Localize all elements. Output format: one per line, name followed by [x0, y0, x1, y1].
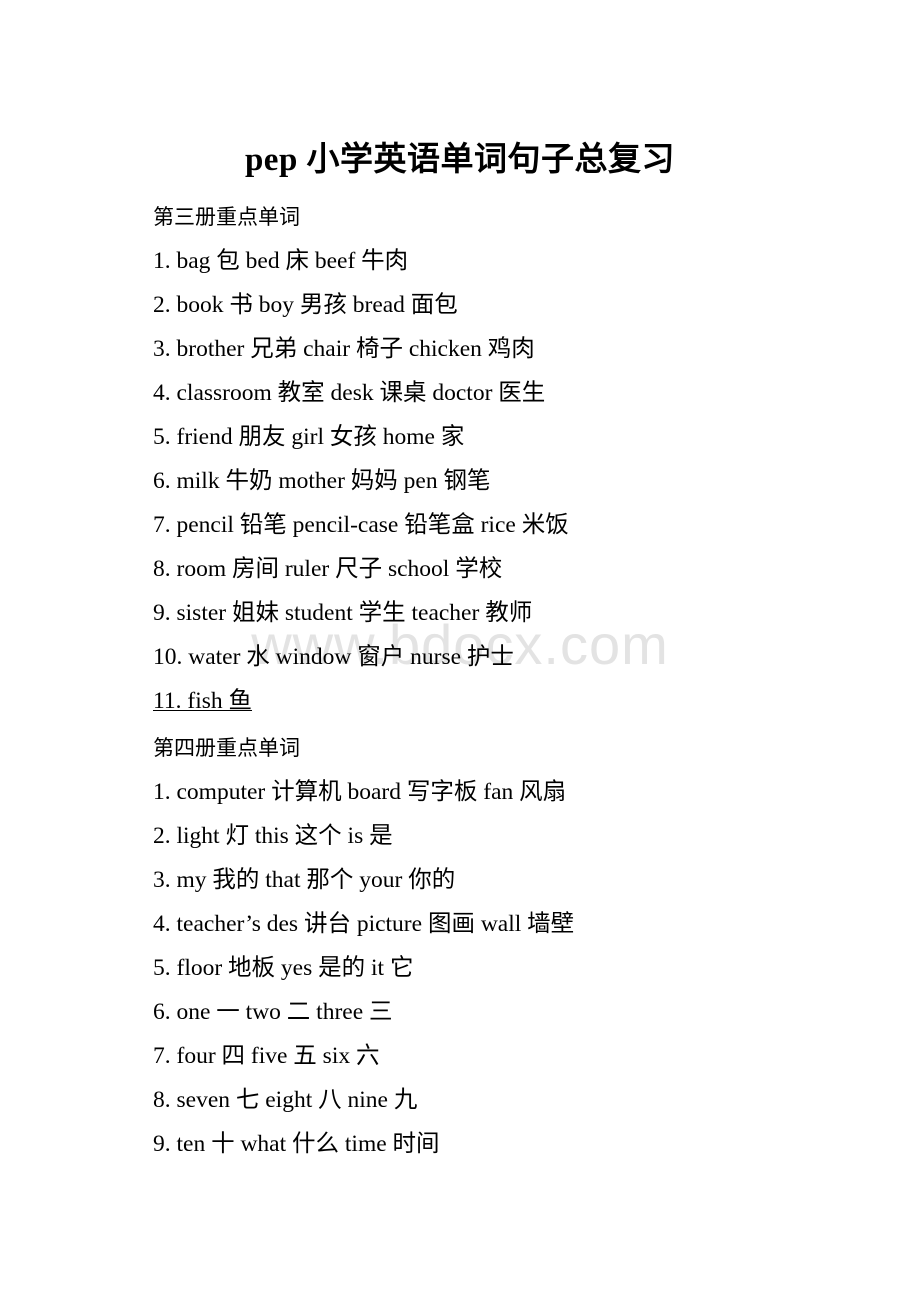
word-list-item: 6. milk 牛奶 mother 妈妈 pen 钢笔: [153, 468, 491, 494]
word-list-item: 3. brother 兄弟 chair 椅子 chicken 鸡肉: [153, 336, 535, 362]
word-list-item: 4. classroom 教室 desk 课桌 doctor 医生: [153, 380, 546, 406]
section-header-volume-4: 第四册重点单词: [153, 736, 300, 760]
word-list-item: 1. bag 包 bed 床 beef 牛肉: [153, 248, 409, 274]
word-list-item: 3. my 我的 that 那个 your 你的: [153, 867, 456, 893]
word-list-item: 2. light 灯 this 这个 is 是: [153, 823, 393, 849]
document-body: pep 小学英语单词句子总复习 第三册重点单词 1. bag 包 bed 床 b…: [0, 0, 920, 1156]
word-list-item: 7. four 四 five 五 six 六: [153, 1043, 380, 1069]
section-header-volume-3: 第三册重点单词: [153, 205, 300, 229]
word-list-item: 5. friend 朋友 girl 女孩 home 家: [153, 424, 465, 450]
word-list-item: 1. computer 计算机 board 写字板 fan 风扇: [153, 779, 567, 805]
word-list-item: 7. pencil 铅笔 pencil-case 铅笔盒 rice 米饭: [153, 512, 569, 538]
word-list-item: 4. teacher’s des 讲台 picture 图画 wall 墙壁: [153, 911, 575, 937]
page-title: pep 小学英语单词句子总复习: [244, 142, 676, 178]
word-list-item: 2. book 书 boy 男孩 bread 面包: [153, 292, 458, 318]
word-list-item: 9. sister 姐妹 student 学生 teacher 教师: [153, 600, 533, 626]
word-list-item: 8. room 房间 ruler 尺子 school 学校: [153, 556, 503, 582]
document-page: www.bdocx.com pep 小学英语单词句子总复习 第三册重点单词 1.…: [0, 0, 920, 1302]
word-list-item: 11. fish 鱼: [153, 688, 253, 714]
word-list-item: 5. floor 地板 yes 是的 it 它: [153, 955, 414, 981]
word-list-item: 9. ten 十 what 什么 time 时间: [153, 1131, 440, 1157]
word-list-item: 6. one 一 two 二 three 三: [153, 999, 393, 1025]
word-list-item: 8. seven 七 eight 八 nine 九: [153, 1087, 418, 1113]
word-list-item: 10. water 水 window 窗户 nurse 护士: [153, 644, 514, 670]
